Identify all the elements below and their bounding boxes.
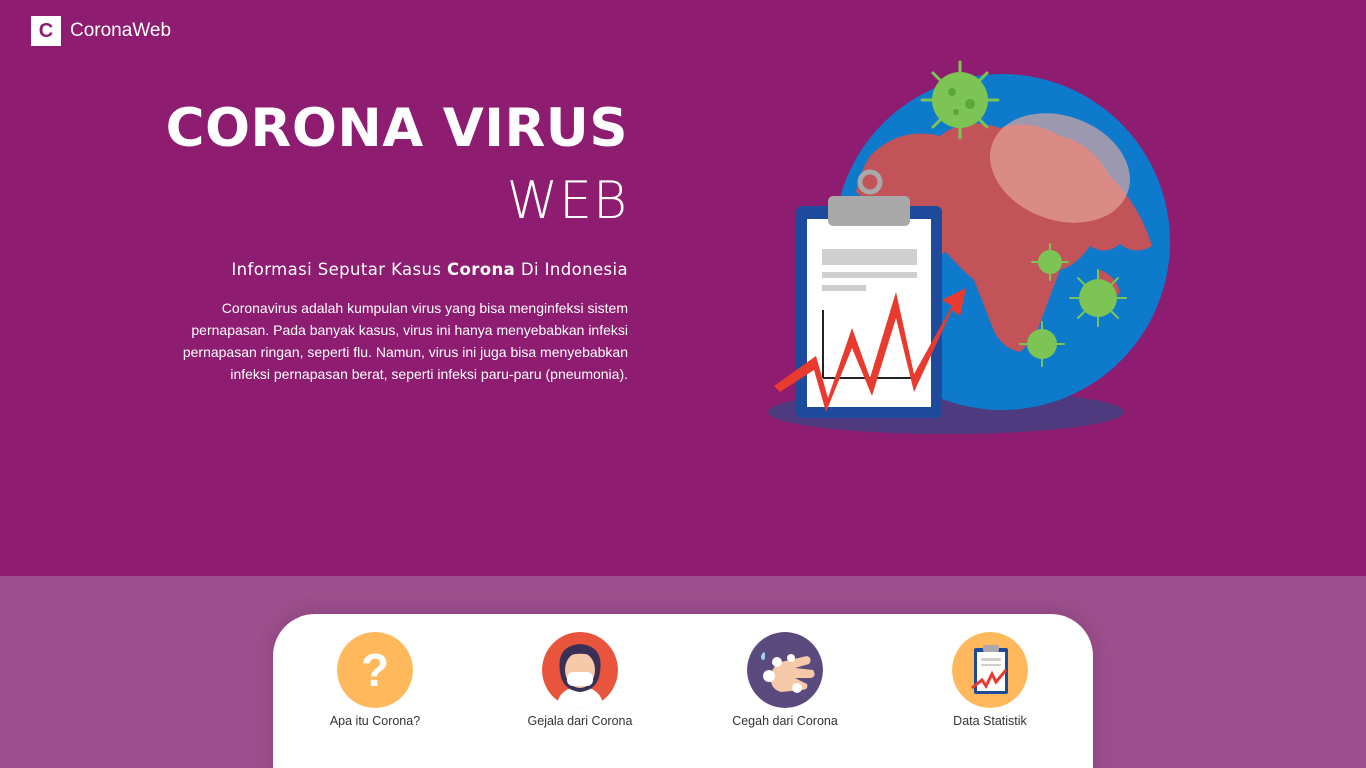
hero-title-line1: CORONA VIRUS — [165, 98, 628, 159]
menu-card: ? Apa itu Corona? Gejala dari Corona Ceg… — [273, 614, 1093, 768]
subtitle-prefix: Informasi Seputar Kasus — [231, 260, 448, 279]
menu-item-label: Gejala dari Corona — [527, 714, 633, 728]
brand-name: CoronaWeb — [70, 20, 172, 41]
question-icon: ? — [337, 632, 413, 708]
brand-link[interactable]: C CoronaWeb — [31, 16, 171, 46]
hero-title-line2: WEB — [506, 171, 628, 231]
hero-subtitle: Informasi Seputar Kasus Corona Di Indone… — [150, 260, 628, 279]
brand-logo: C — [31, 16, 61, 46]
menu-item-label: Apa itu Corona? — [329, 714, 421, 728]
subtitle-bold: Corona — [447, 260, 516, 279]
svg-text:?: ? — [361, 644, 389, 696]
menu-item-label: Data Statistik — [953, 714, 1027, 728]
masked-person-icon — [542, 632, 618, 708]
globe-clipboard-illustration — [768, 60, 1170, 434]
menu-item-data-statistik[interactable]: Data Statistik — [910, 632, 1070, 728]
clipboard-chart-icon — [952, 632, 1028, 708]
menu-item-apa-itu-corona[interactable]: ? Apa itu Corona? — [295, 632, 455, 728]
menu-item-gejala-corona[interactable]: Gejala dari Corona — [500, 632, 660, 728]
menu-item-label: Cegah dari Corona — [732, 714, 838, 728]
hand-washing-icon — [747, 632, 823, 708]
virus-icon-large — [920, 60, 1000, 140]
hero-text: CORONA VIRUS WEB Informasi Seputar Kasus… — [150, 92, 628, 385]
subtitle-suffix: Di Indonesia — [515, 260, 628, 279]
virus-icon-small-2 — [1069, 269, 1127, 327]
hero-description: Coronavirus adalah kumpulan virus yang b… — [182, 300, 628, 382]
menu-item-cegah-corona[interactable]: Cegah dari Corona — [705, 632, 865, 728]
